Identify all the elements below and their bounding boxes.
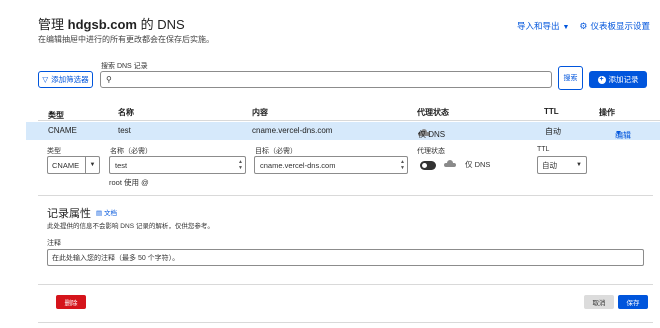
title-prefix: 管理 [38, 17, 65, 32]
add-record-button[interactable]: + 添加记录 [589, 71, 647, 88]
ttl-value: 自动 [542, 160, 557, 170]
stepper-icon: ▲ ▼ [238, 159, 243, 171]
caret-down-icon: ▼ [562, 24, 570, 31]
search-box[interactable]: ⚲ [100, 71, 552, 88]
name-label: 名称（必需） [110, 148, 152, 155]
column-ttl: TTL [544, 107, 559, 116]
type-value: CNAME [52, 160, 80, 170]
ttl-label: TTL [537, 146, 550, 153]
ttl-select[interactable]: 自动 ▼ [537, 156, 587, 174]
search-input[interactable] [115, 75, 536, 84]
caret-down-icon: ▼ [615, 130, 622, 137]
table-row[interactable]: CNAME test cname.vercel-dns.com 仅 DNS 自动… [26, 122, 660, 140]
type-label: 类型 [47, 148, 61, 155]
note-input[interactable]: 在此处输入您的注释（最多 50 个字符）。 [47, 249, 644, 266]
sort-up-icon: ▲ [48, 110, 54, 116]
page-title: 管理 hdgsb.com 的 DNS [38, 14, 185, 33]
target-value: cname.vercel-dns.com [260, 160, 336, 170]
row-type: CNAME [48, 126, 77, 135]
search-icon: ⚲ [106, 75, 112, 84]
target-label: 目标（必需） [255, 148, 297, 155]
title-suffix: 的 DNS [140, 17, 185, 32]
name-value: test [115, 160, 128, 170]
add-filter-label: 添加筛选器 [51, 75, 89, 84]
table-header: 类型 ▲ 名称 内容 代理状态 TTL 操作 [38, 104, 660, 120]
domain-name: hdgsb.com [67, 17, 137, 32]
type-select[interactable]: CNAME ▼ [47, 156, 100, 174]
chevron-down-icon: ▼ [85, 157, 99, 173]
proxy-value: 仅 DNS [465, 160, 491, 169]
target-field[interactable]: cname.vercel-dns.com ▲ ▼ [254, 156, 408, 174]
gear-icon: ⚙ [579, 21, 588, 31]
record-attributes-description: 此处提供的信息不会影响 DNS 记录的解析，仅供您参考。 [47, 223, 214, 230]
header-divider [38, 120, 660, 121]
dashboard-settings-label: 仪表板显示设置 [590, 21, 650, 31]
search-label: 搜索 DNS 记录 [101, 63, 148, 70]
add-record-label: 添加记录 [608, 75, 639, 84]
cloud-icon [444, 160, 456, 167]
delete-button[interactable]: 删除 [56, 295, 86, 309]
column-actions: 操作 [599, 108, 615, 117]
page-header: 管理 hdgsb.com 的 DNS 在编辑抽屉中进行的所有更改都会在保存后实施… [38, 14, 650, 48]
header-actions: 导入和导出 ▼ ⚙ 仪表板显示设置 [517, 20, 650, 32]
add-filter-button[interactable]: ▽ 添加筛选器 [38, 71, 93, 88]
documentation-label: 文档 [103, 210, 117, 217]
name-field[interactable]: test ▲ ▼ [109, 156, 246, 174]
record-attributes-title: 记录属性 [47, 208, 91, 220]
import-export-label: 导入和导出 [516, 21, 560, 31]
divider [38, 322, 653, 323]
column-content: 内容 [252, 108, 268, 117]
save-button[interactable]: 保存 [618, 295, 648, 309]
note-label: 注释 [47, 240, 61, 247]
proxy-toggle[interactable] [420, 161, 436, 170]
row-proxy-label: 仅 DNS [418, 130, 446, 139]
chevron-down-icon: ▼ [576, 162, 582, 168]
divider [38, 284, 653, 285]
record-attributes: 记录属性 ▤ 文档 此处提供的信息不会影响 DNS 记录的解析，仅供您参考。 注… [38, 195, 653, 318]
document-icon: ▤ [96, 210, 103, 217]
dashboard-settings-link[interactable]: ⚙ 仪表板显示设置 [579, 20, 650, 32]
search-button[interactable]: 搜索 [558, 66, 583, 90]
proxy-label: 代理状态 [417, 148, 445, 155]
documentation-link[interactable]: ▤ 文档 [96, 207, 117, 217]
row-content: cname.vercel-dns.com [252, 126, 333, 135]
column-name: 名称 [118, 108, 134, 117]
stepper-icon: ▲ ▼ [400, 159, 405, 171]
column-proxy-status: 代理状态 [417, 108, 449, 117]
row-ttl: 自动 [545, 127, 561, 136]
cancel-button[interactable]: 取消 [584, 295, 614, 309]
name-hint: root 使用 @ [109, 178, 149, 187]
plus-icon: + [597, 75, 606, 84]
row-name: test [118, 126, 131, 135]
page-subtitle: 在编辑抽屉中进行的所有更改都会在保存后实施。 [38, 35, 214, 44]
filter-icon: ▽ [42, 75, 49, 84]
import-export-menu[interactable]: 导入和导出 ▼ [517, 20, 569, 32]
